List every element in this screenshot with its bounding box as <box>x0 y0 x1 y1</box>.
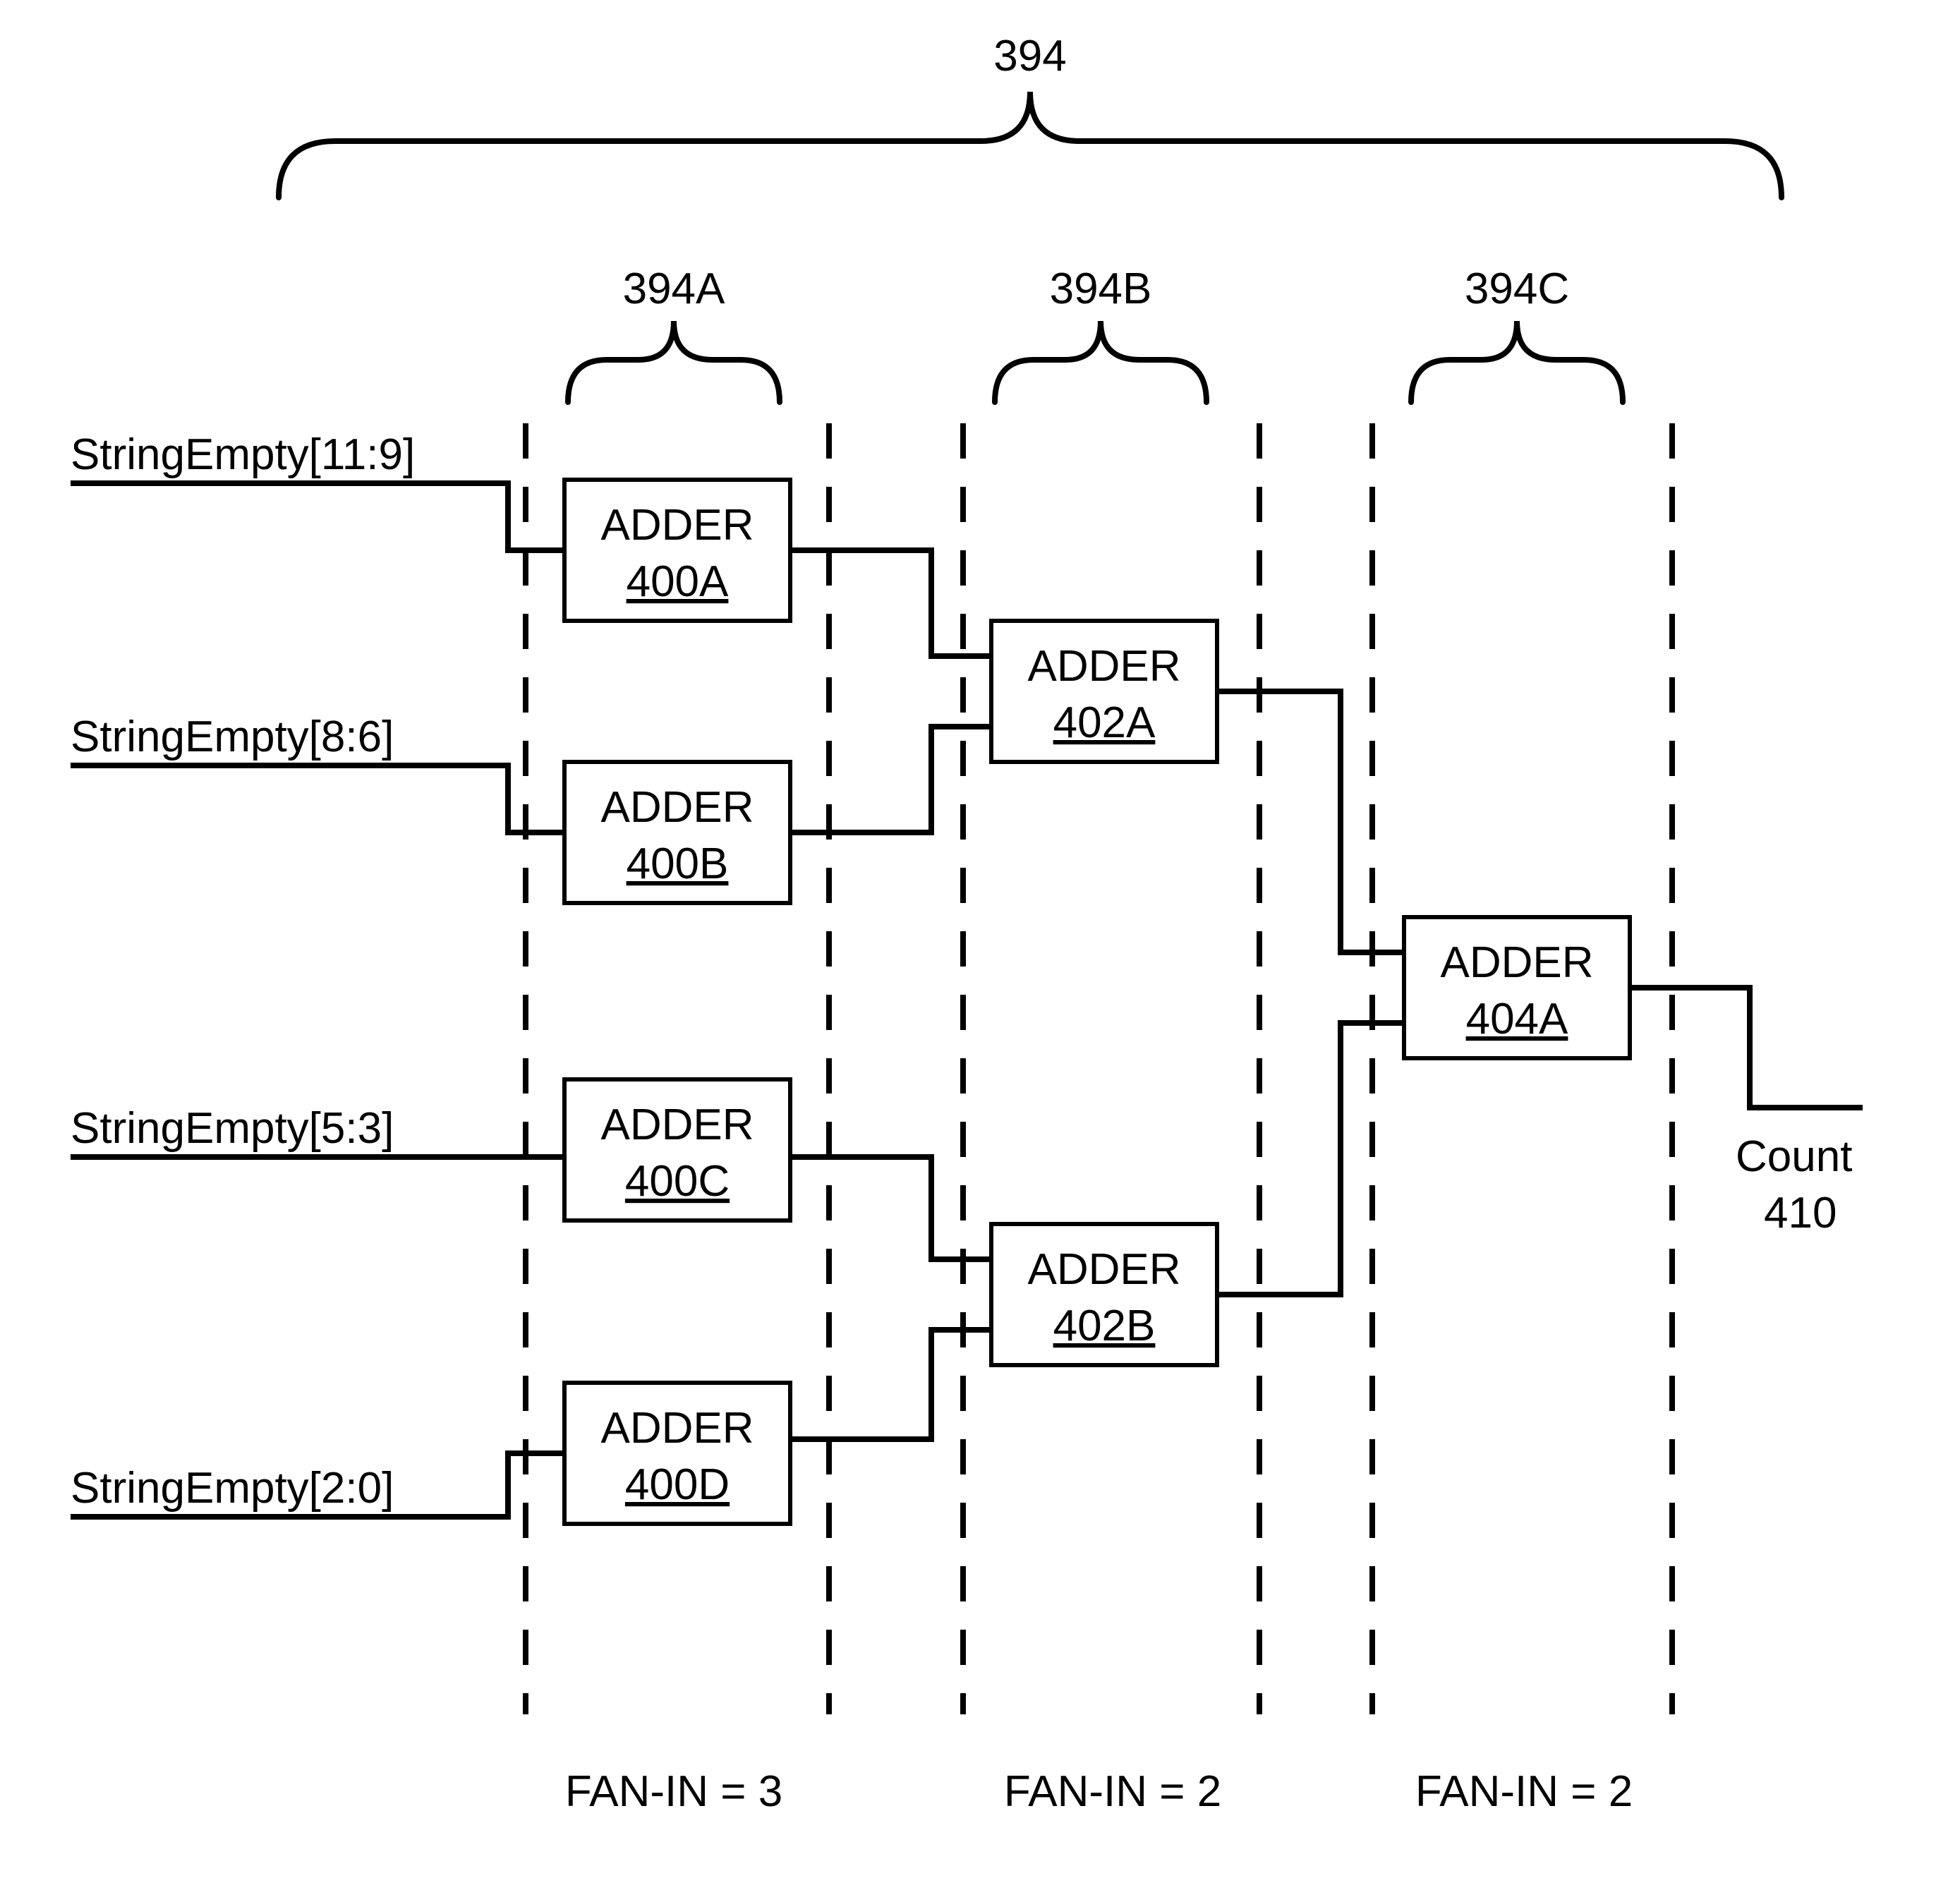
input-0: StringEmpty[11:9] <box>71 430 415 479</box>
brace-stage-b <box>995 321 1206 402</box>
wire-b0-c0 <box>1217 691 1404 952</box>
brace-stage-a <box>568 321 780 402</box>
brace-overall <box>279 92 1781 198</box>
stage-b-label: 394B <box>1050 265 1152 313</box>
input-3: StringEmpty[2:0] <box>71 1464 394 1513</box>
output-name: Count <box>1736 1132 1852 1181</box>
adder-ref: 402A <box>1053 698 1156 747</box>
adder-label: ADDER <box>1027 642 1180 691</box>
adder-label: ADDER <box>1027 1245 1180 1294</box>
input-2: StringEmpty[5:3] <box>71 1104 394 1153</box>
adder-ref: 402B <box>1053 1302 1156 1350</box>
adder-402a: ADDER 402A <box>991 621 1217 762</box>
fanin-b: FAN-IN = 2 <box>1004 1767 1221 1816</box>
adder-label: ADDER <box>1440 938 1593 987</box>
brace-stage-c <box>1411 321 1623 402</box>
wire-b1-c0 <box>1217 1023 1404 1295</box>
adder-400a: ADDER 400A <box>564 480 790 621</box>
stage-c-label: 394C <box>1465 265 1569 313</box>
adder-tree-diagram: 394 394A 394B 394C FAN-IN = 3 FAN-IN = 2… <box>0 0 1960 1878</box>
fanin-c: FAN-IN = 2 <box>1415 1767 1633 1816</box>
adder-402b: ADDER 402B <box>991 1224 1217 1365</box>
adder-label: ADDER <box>600 783 754 832</box>
adder-label: ADDER <box>600 1404 754 1453</box>
adder-404a: ADDER 404A <box>1404 917 1630 1058</box>
adder-label: ADDER <box>600 1101 754 1149</box>
adder-ref: 400D <box>625 1460 730 1509</box>
adder-ref: 400B <box>627 840 729 888</box>
output-ref: 410 <box>1764 1189 1837 1237</box>
input-1: StringEmpty[8:6] <box>71 713 394 761</box>
wire-out <box>1630 988 1863 1108</box>
adder-ref: 400A <box>627 557 729 606</box>
fanin-a: FAN-IN = 3 <box>565 1767 782 1816</box>
overall-label: 394 <box>993 32 1066 80</box>
adder-400b: ADDER 400B <box>564 762 790 903</box>
wire-in0 <box>71 483 564 550</box>
adder-400c: ADDER 400C <box>564 1079 790 1220</box>
adder-ref: 400C <box>625 1157 730 1206</box>
wire-in1 <box>71 765 564 832</box>
stage-a-label: 394A <box>623 265 725 313</box>
adder-ref: 404A <box>1466 995 1568 1043</box>
adder-400d: ADDER 400D <box>564 1383 790 1524</box>
adder-label: ADDER <box>600 501 754 550</box>
